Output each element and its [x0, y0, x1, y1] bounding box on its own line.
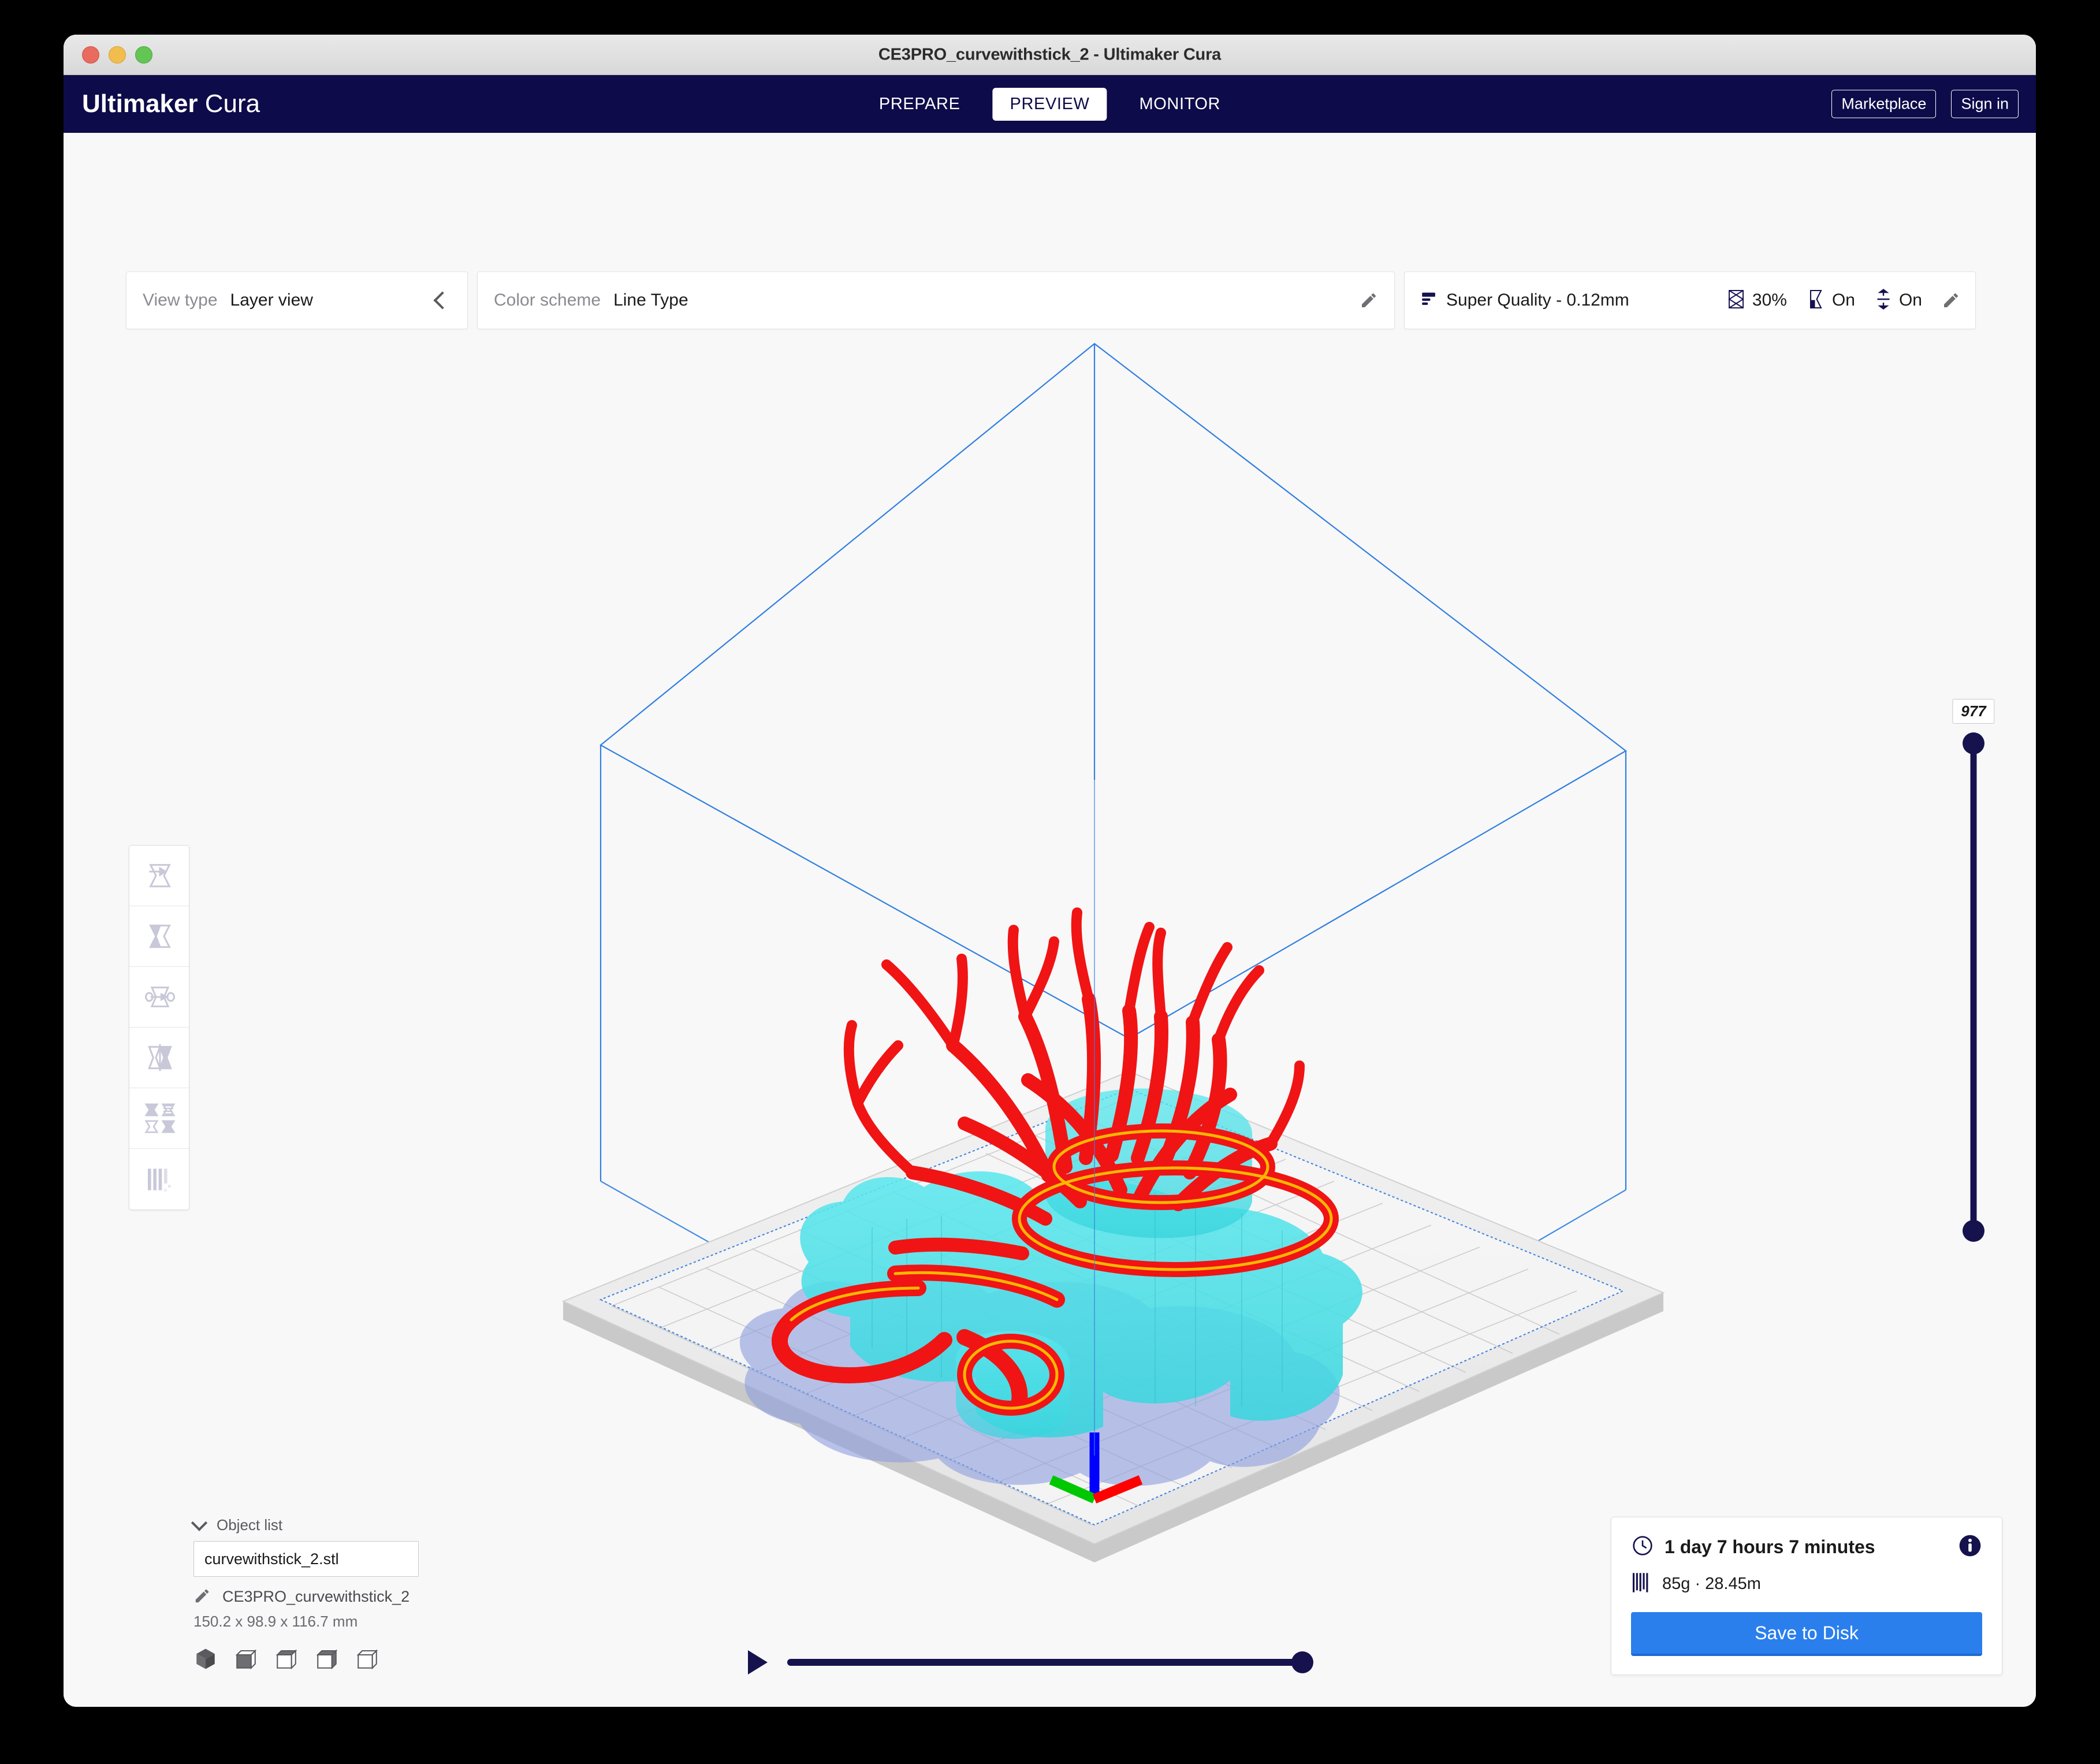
- sign-in-button[interactable]: Sign in: [1951, 90, 2019, 118]
- layer-slider[interactable]: 977: [1950, 699, 1997, 1242]
- move-tool-button[interactable]: [129, 846, 189, 906]
- layer-number-readout: 977: [1952, 699, 1994, 724]
- tab-prepare[interactable]: PREPARE: [862, 88, 978, 121]
- view-type-panel[interactable]: View type Layer view: [126, 271, 468, 329]
- infill-item[interactable]: 30%: [1727, 289, 1787, 312]
- edit-print-settings-item[interactable]: [1942, 291, 1960, 310]
- view-type-label: View type: [143, 291, 218, 310]
- infill-icon: [1727, 289, 1745, 312]
- object-list-panel: Object list curvewithstick_2.stl CE3PRO_…: [193, 1516, 442, 1671]
- playback-slider-handle[interactable]: [1291, 1651, 1313, 1673]
- simulation-playback-controls: [748, 1642, 1317, 1683]
- cube-front-shaded-icon[interactable]: [234, 1647, 258, 1671]
- playback-slider-track[interactable]: [787, 1659, 1305, 1666]
- object-list-selected-item[interactable]: curvewithstick_2.stl: [193, 1541, 419, 1577]
- cube-top-shaded-icon[interactable]: [274, 1647, 299, 1671]
- color-scheme-label: Color scheme: [494, 291, 601, 310]
- window-title: CE3PRO_curvewithstick_2 - Ultimaker Cura: [64, 45, 2036, 64]
- color-scheme-panel[interactable]: Color scheme Line Type: [477, 271, 1395, 329]
- per-model-settings-tool-button[interactable]: [129, 1088, 189, 1149]
- rename-model-pencil-icon[interactable]: [193, 1587, 212, 1606]
- view-mode-buttons: [193, 1647, 442, 1671]
- info-icon[interactable]: [1958, 1534, 1982, 1561]
- edit-color-scheme-pencil-icon[interactable]: [1360, 291, 1378, 310]
- material-usage-row: 85g · 28.45m: [1631, 1571, 1982, 1597]
- layer-height-icon: [1420, 289, 1439, 312]
- mirror-tool-button[interactable]: [129, 1028, 189, 1088]
- tab-preview[interactable]: PREVIEW: [993, 88, 1107, 121]
- support-value: On: [1832, 291, 1855, 310]
- preview-settings-bar: View type Layer view Color scheme Line T…: [126, 271, 1976, 329]
- app-header: Ultimaker Cura PREPARE PREVIEW MONITOR M…: [64, 75, 2036, 133]
- save-to-disk-button[interactable]: Save to Disk: [1631, 1612, 1982, 1656]
- object-list-toggle[interactable]: Object list: [193, 1516, 442, 1534]
- cube-outline-icon[interactable]: [355, 1647, 379, 1671]
- marketplace-button[interactable]: Marketplace: [1831, 90, 1936, 118]
- tool-sidebar: [129, 845, 189, 1210]
- adhesion-value: On: [1899, 291, 1922, 310]
- scale-tool-button[interactable]: [129, 906, 189, 967]
- print-time-row: 1 day 7 hours 7 minutes: [1631, 1534, 1982, 1561]
- scene-render: [64, 133, 2036, 1707]
- adhesion-icon: [1875, 289, 1892, 312]
- brand-cura: Cura: [205, 90, 260, 118]
- infill-value: 30%: [1752, 291, 1787, 310]
- filament-spool-icon: [1631, 1571, 1651, 1597]
- application-window: CE3PRO_curvewithstick_2 - Ultimaker Cura…: [64, 35, 2036, 1707]
- model-name-label: CE3PRO_curvewithstick_2: [222, 1588, 409, 1606]
- quality-profile-item[interactable]: Super Quality - 0.12mm: [1420, 289, 1629, 312]
- support-blocker-tool-button[interactable]: [129, 1149, 189, 1210]
- print-settings-summary-panel[interactable]: Super Quality - 0.12mm 30%: [1404, 271, 1976, 329]
- model-dimensions-label: 150.2 x 98.9 x 116.7 mm: [193, 1613, 442, 1631]
- support-icon: [1807, 289, 1825, 312]
- quality-profile-value: Super Quality - 0.12mm: [1446, 291, 1629, 310]
- color-scheme-value: Line Type: [613, 291, 688, 310]
- view-type-value: Layer view: [230, 291, 313, 310]
- layer-slider-upper-handle[interactable]: [1963, 732, 1984, 754]
- ultimaker-cura-logo: Ultimaker Cura: [82, 90, 260, 118]
- object-list-title: Object list: [217, 1516, 282, 1534]
- layer-slider-track[interactable]: [1971, 739, 1977, 1234]
- layer-slider-lower-handle[interactable]: [1963, 1220, 1984, 1242]
- edit-print-settings-pencil-icon[interactable]: [1942, 291, 1960, 310]
- tab-monitor[interactable]: MONITOR: [1122, 88, 1238, 121]
- cube-left-shaded-icon[interactable]: [315, 1647, 339, 1671]
- solid-cube-icon[interactable]: [193, 1647, 218, 1671]
- chevron-down-icon: [191, 1514, 207, 1531]
- header-actions: Marketplace Sign in: [1831, 90, 2019, 118]
- chevron-left-icon[interactable]: [433, 291, 451, 309]
- main-tab-bar: PREPARE PREVIEW MONITOR: [862, 88, 1238, 121]
- window-titlebar: CE3PRO_curvewithstick_2 - Ultimaker Cura: [64, 35, 2036, 75]
- brand-ultimaker: Ultimaker: [82, 90, 198, 118]
- print-info-card: 1 day 7 hours 7 minutes: [1611, 1517, 2002, 1675]
- play-button[interactable]: [748, 1650, 768, 1674]
- clock-icon: [1631, 1534, 1654, 1560]
- rotate-tool-button[interactable]: [129, 967, 189, 1028]
- adhesion-item[interactable]: On: [1875, 289, 1922, 312]
- support-item[interactable]: On: [1807, 289, 1855, 312]
- print-time-value: 1 day 7 hours 7 minutes: [1665, 1536, 1875, 1558]
- 3d-viewport[interactable]: View type Layer view Color scheme Line T…: [64, 133, 2036, 1707]
- model-name-row[interactable]: CE3PRO_curvewithstick_2: [193, 1587, 442, 1606]
- material-usage-value: 85g · 28.45m: [1662, 1575, 1761, 1594]
